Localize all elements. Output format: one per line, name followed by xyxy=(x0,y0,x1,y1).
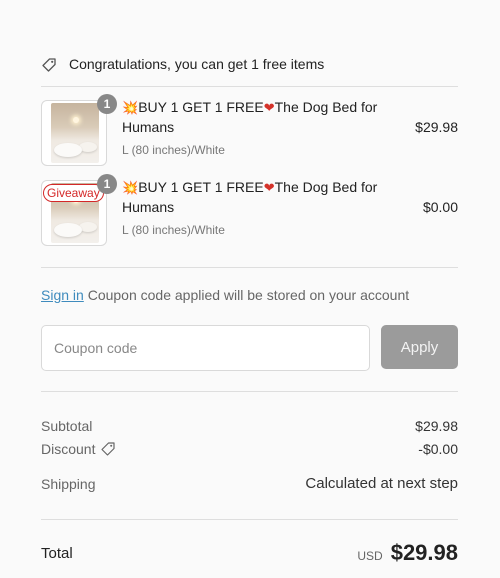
shipping-value: Calculated at next step xyxy=(305,475,458,492)
divider xyxy=(41,519,458,520)
tag-icon xyxy=(42,58,56,72)
signin-note: Sign in Coupon code applied will be stor… xyxy=(41,287,458,303)
product-title[interactable]: 💥BUY 1 GET 1 FREE❤The Dog Bed for Humans xyxy=(122,98,392,136)
discount-value: -$0.00 xyxy=(418,441,458,457)
product-image xyxy=(51,103,99,163)
item-price: $29.98 xyxy=(415,119,458,135)
subtotal-label: Subtotal xyxy=(41,418,93,434)
free-items-banner: Congratulations, you can get 1 free item… xyxy=(41,56,458,87)
shipping-row: Shipping Calculated at next step xyxy=(41,475,458,492)
product-title[interactable]: 💥BUY 1 GET 1 FREE❤The Dog Bed for Humans xyxy=(122,178,392,216)
quantity-badge: 1 xyxy=(97,94,117,114)
cart-item: 1 💥BUY 1 GET 1 FREE❤The Dog Bed for Huma… xyxy=(41,94,458,166)
discount-label: Discount xyxy=(41,441,96,457)
currency-code: USD xyxy=(357,549,383,563)
coupon-code-input[interactable] xyxy=(41,325,370,371)
total-row: Total USD $29.98 xyxy=(41,540,458,566)
signin-link[interactable]: Sign in xyxy=(41,287,84,303)
collision-icon: 💥 xyxy=(122,181,139,196)
subtotal-row: Subtotal $29.98 xyxy=(41,418,458,434)
total-amount: $29.98 xyxy=(390,540,458,565)
product-variant: L (80 inches)/White xyxy=(122,143,225,157)
product-variant: L (80 inches)/White xyxy=(122,223,225,237)
apply-coupon-button[interactable]: Apply xyxy=(381,325,458,369)
item-price: $0.00 xyxy=(422,199,458,215)
giveaway-badge: Giveaway xyxy=(43,184,104,202)
discount-tag-icon xyxy=(101,442,116,456)
collision-icon: 💥 xyxy=(122,101,139,116)
signin-note-text: Coupon code applied will be stored on yo… xyxy=(83,287,410,303)
divider xyxy=(41,391,458,392)
shipping-label: Shipping xyxy=(41,475,96,492)
heart-icon: ❤ xyxy=(263,101,275,116)
free-items-text: Congratulations, you can get 1 free item… xyxy=(69,56,325,72)
total-label: Total xyxy=(41,544,73,562)
discount-row: Discount -$0.00 xyxy=(41,441,458,457)
heart-icon: ❤ xyxy=(263,181,275,196)
product-thumbnail[interactable]: Giveaway 1 xyxy=(41,174,117,246)
cart-item: Giveaway 1 💥BUY 1 GET 1 FREE❤The Dog Bed… xyxy=(41,174,458,246)
product-thumbnail[interactable]: 1 xyxy=(41,94,117,166)
subtotal-value: $29.98 xyxy=(415,418,458,434)
quantity-badge: 1 xyxy=(97,174,117,194)
divider xyxy=(41,267,458,268)
